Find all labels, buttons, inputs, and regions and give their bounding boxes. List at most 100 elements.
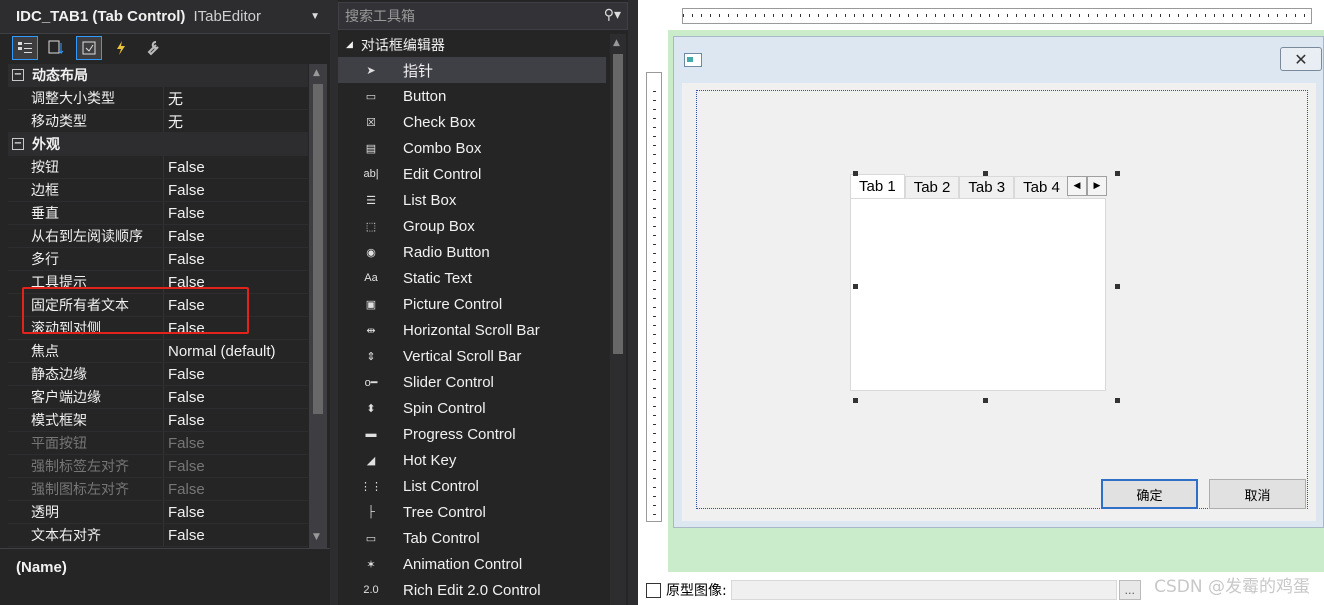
toolbox-item-animation-control[interactable]: ✶ Animation Control <box>338 551 606 577</box>
property-category[interactable]: − 动态布局 <box>8 64 308 87</box>
toolbox-search-input[interactable]: 搜索工具箱 ⚲▾ <box>338 2 628 30</box>
tab-scroll-left-icon[interactable]: ◀ <box>1067 176 1087 196</box>
property-value[interactable]: 无 <box>164 110 308 132</box>
tab-3[interactable]: Tab 3 <box>959 176 1015 198</box>
collapse-triangle-icon[interactable]: ◢ <box>346 40 353 50</box>
toolbox-item-rich-edit[interactable]: 2.0 Rich Edit 2.0 Control <box>338 577 606 603</box>
property-value[interactable]: False <box>164 294 308 316</box>
resize-handle[interactable] <box>1115 284 1120 289</box>
close-icon[interactable]: ✕ <box>1280 47 1322 71</box>
property-row[interactable]: 多行 False <box>8 248 308 271</box>
scroll-up-icon[interactable]: ▲ <box>313 68 320 78</box>
browse-button[interactable]: ... <box>1118 580 1141 600</box>
property-row[interactable]: 强制图标左对齐 False <box>8 478 308 501</box>
property-row[interactable]: 按钮 False <box>8 156 308 179</box>
property-row[interactable]: 平面按钮 False <box>8 432 308 455</box>
property-value[interactable]: 无 <box>164 87 308 109</box>
property-row[interactable]: 垂直 False <box>8 202 308 225</box>
collapse-icon[interactable]: − <box>12 69 24 81</box>
property-value[interactable]: False <box>164 409 308 431</box>
events-button[interactable] <box>108 36 134 60</box>
property-pages-button[interactable] <box>140 36 166 60</box>
property-value[interactable]: False <box>164 363 308 385</box>
toolbox-item-tree-control[interactable]: ├ Tree Control <box>338 499 606 525</box>
chevron-down-icon[interactable]: ▼ <box>310 11 320 22</box>
scroll-thumb[interactable] <box>613 54 623 354</box>
property-value[interactable]: False <box>164 156 308 178</box>
search-icon[interactable]: ⚲▾ <box>604 7 621 23</box>
toolbox-item-combobox[interactable]: ▤ Combo Box <box>338 135 606 161</box>
property-row[interactable]: 焦点 Normal (default) <box>8 340 308 363</box>
toolbox-item-button[interactable]: ▭ Button <box>338 83 606 109</box>
toolbox-item-spin-control[interactable]: ⬍ Spin Control <box>338 395 606 421</box>
property-row[interactable]: 文本右对齐 False <box>8 524 308 547</box>
property-row[interactable]: 从右到左阅读顺序 False <box>8 225 308 248</box>
tab-panel[interactable] <box>850 198 1106 391</box>
tab-control[interactable]: Tab 1 Tab 2 Tab 3 Tab 4 ◀ ▶ <box>847 174 1107 394</box>
toolbox-item-list-control[interactable]: ⋮⋮ List Control <box>338 473 606 499</box>
toolbox-item-checkbox[interactable]: ☒ Check Box <box>338 109 606 135</box>
property-value[interactable]: False <box>164 248 308 270</box>
tab-2[interactable]: Tab 2 <box>904 176 960 198</box>
property-value[interactable]: False <box>164 478 308 500</box>
dialog-client-area[interactable]: Tab 1 Tab 2 Tab 3 Tab 4 ◀ ▶ 确定 取消 <box>682 83 1316 521</box>
toolbox-item-progress-control[interactable]: ▬ Progress Control <box>338 421 606 447</box>
categorized-view-button[interactable] <box>12 36 38 60</box>
toolbox-item-tab-control[interactable]: ▭ Tab Control <box>338 525 606 551</box>
scroll-down-icon[interactable]: ▼ <box>313 532 320 542</box>
toolbox-item-slider[interactable]: o━ Slider Control <box>338 369 606 395</box>
toolbox-item-picture-control[interactable]: ▣ Picture Control <box>338 291 606 317</box>
dialog-frame[interactable]: ✕ Tab 1 Tab 2 Tab 3 Tab 4 ◀ ▶ 确定 取消 <box>673 36 1324 528</box>
resize-handle[interactable] <box>853 171 858 176</box>
property-value[interactable]: False <box>164 179 308 201</box>
vertical-ruler[interactable] <box>646 72 662 522</box>
resize-handle[interactable] <box>853 398 858 403</box>
property-row[interactable]: 滚动到对侧 False <box>8 317 308 340</box>
horizontal-ruler[interactable] <box>682 8 1312 24</box>
ok-button[interactable]: 确定 <box>1101 479 1198 509</box>
property-value[interactable]: False <box>164 202 308 224</box>
property-row[interactable]: 透明 False <box>8 501 308 524</box>
property-value[interactable]: False <box>164 432 308 454</box>
resize-handle[interactable] <box>1115 171 1120 176</box>
property-row[interactable]: 工具提示 False <box>8 271 308 294</box>
toolbox-item-hotkey[interactable]: ◢ Hot Key <box>338 447 606 473</box>
tab-scroll-right-icon[interactable]: ▶ <box>1087 176 1107 196</box>
property-value[interactable]: False <box>164 455 308 477</box>
object-selector[interactable]: IDC_TAB1 (Tab Control) ITabEditor ▼ <box>0 0 330 34</box>
property-row[interactable]: 调整大小类型无 <box>8 87 308 110</box>
resize-handle[interactable] <box>1115 398 1120 403</box>
tab-1[interactable]: Tab 1 <box>850 174 905 198</box>
property-row[interactable]: 模式框架 False <box>8 409 308 432</box>
property-value[interactable]: False <box>164 386 308 408</box>
toolbox-item-radio-button[interactable]: ◉ Radio Button <box>338 239 606 265</box>
resize-handle[interactable] <box>983 171 988 176</box>
property-value[interactable]: False <box>164 501 308 523</box>
property-grid-scrollbar[interactable]: ▲ ▼ <box>309 64 327 548</box>
scroll-up-icon[interactable]: ▲ <box>613 38 620 48</box>
property-value[interactable]: False <box>164 271 308 293</box>
toolbox-item-vscroll[interactable]: ⇕ Vertical Scroll Bar <box>338 343 606 369</box>
resize-handle[interactable] <box>853 284 858 289</box>
property-row[interactable]: 客户端边缘 False <box>8 386 308 409</box>
toolbox-item-hscroll[interactable]: ⇹ Horizontal Scroll Bar <box>338 317 606 343</box>
toolbox-group-header[interactable]: ◢ 对话框编辑器 <box>346 34 445 56</box>
toolbox-item-listbox[interactable]: ☰ List Box <box>338 187 606 213</box>
property-value[interactable]: False <box>164 524 308 546</box>
toolbox-item-edit-control[interactable]: ab| Edit Control <box>338 161 606 187</box>
property-row[interactable]: 静态边缘 False <box>8 363 308 386</box>
property-value[interactable]: False <box>164 225 308 247</box>
tab-4[interactable]: Tab 4 <box>1014 176 1069 198</box>
properties-button[interactable] <box>76 36 102 60</box>
toolbox-scrollbar[interactable]: ▲ <box>610 34 626 605</box>
collapse-icon[interactable]: − <box>12 138 24 150</box>
property-row[interactable]: 强制标签左对齐 False <box>8 455 308 478</box>
property-row[interactable]: 移动类型无 <box>8 110 308 133</box>
property-row[interactable]: 固定所有者文本 False <box>8 294 308 317</box>
resize-handle[interactable] <box>983 398 988 403</box>
cancel-button[interactable]: 取消 <box>1209 479 1306 509</box>
property-value[interactable]: False <box>164 317 308 339</box>
prototype-image-checkbox[interactable] <box>646 582 661 598</box>
toolbox-item-groupbox[interactable]: ⬚ Group Box <box>338 213 606 239</box>
toolbox-item-static-text[interactable]: Aa Static Text <box>338 265 606 291</box>
